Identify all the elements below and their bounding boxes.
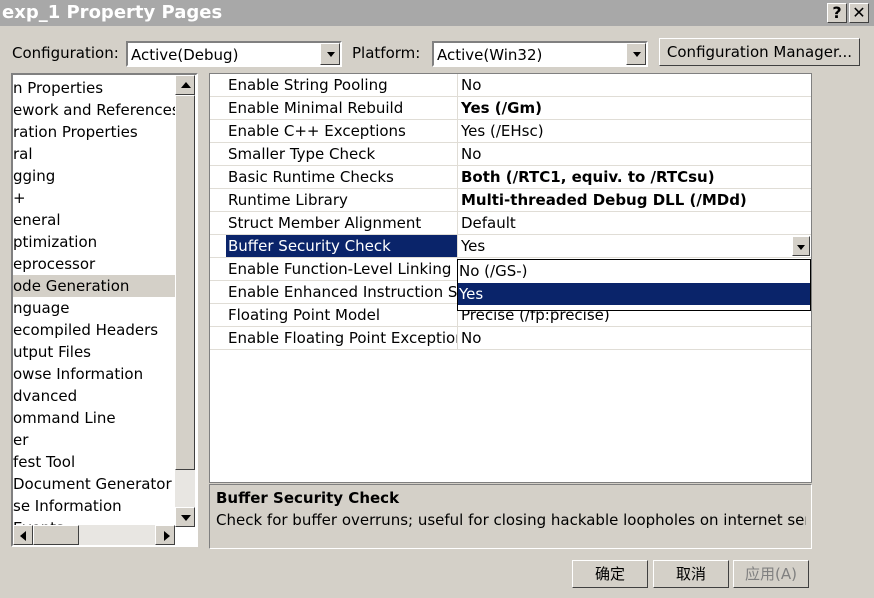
- tree-item[interactable]: eneral: [13, 209, 175, 231]
- property-name[interactable]: Enable String Pooling: [226, 74, 458, 96]
- property-value[interactable]: No: [459, 327, 811, 349]
- property-name[interactable]: Buffer Security Check: [226, 235, 458, 257]
- tree-item[interactable]: ptimization: [13, 231, 175, 253]
- tree-item[interactable]: ommand Line: [13, 407, 175, 429]
- property-row[interactable]: Buffer Security Check Yes: [210, 235, 811, 258]
- tree-item[interactable]: ode Generation: [13, 275, 175, 297]
- chevron-down-icon[interactable]: [792, 236, 810, 256]
- tree-item[interactable]: ral: [13, 143, 175, 165]
- tree-item[interactable]: +: [13, 187, 175, 209]
- close-icon[interactable]: ✕: [849, 3, 869, 23]
- tree-item[interactable]: n Properties: [13, 77, 175, 99]
- tree-horizontal-scrollbar[interactable]: [13, 525, 175, 545]
- platform-value: Active(Win32): [437, 46, 543, 64]
- property-value[interactable]: Yes (/EHsc): [459, 120, 811, 142]
- apply-button[interactable]: 应用(A): [733, 560, 809, 588]
- property-tree[interactable]: n Properties ework and References ration P…: [11, 73, 198, 547]
- tree-item[interactable]: ecompiled Headers: [13, 319, 175, 341]
- dropdown-option[interactable]: Yes: [458, 283, 810, 305]
- property-name[interactable]: Struct Member Alignment: [226, 212, 458, 234]
- property-name[interactable]: Enable C++ Exceptions: [226, 120, 458, 142]
- property-value[interactable]: Default: [459, 212, 811, 234]
- scroll-thumb[interactable]: [175, 95, 195, 470]
- scroll-right-icon[interactable]: [155, 525, 175, 545]
- scroll-down-icon[interactable]: [175, 507, 195, 527]
- tree-item[interactable]: Document Generator: [13, 473, 175, 495]
- property-row[interactable]: Enable Minimal Rebuild Yes (/Gm): [210, 97, 811, 120]
- property-name[interactable]: Smaller Type Check: [226, 143, 458, 165]
- scroll-up-icon[interactable]: [175, 75, 195, 95]
- property-value[interactable]: Multi-threaded Debug DLL (/MDd): [459, 189, 811, 211]
- description-title: Buffer Security Check: [216, 489, 400, 507]
- configuration-manager-button[interactable]: Configuration Manager...: [659, 38, 860, 66]
- tree-vertical-scrollbar[interactable]: [175, 75, 195, 527]
- tree-item[interactable]: er: [13, 429, 175, 451]
- chevron-down-icon[interactable]: [626, 43, 646, 65]
- description-text: Check for buffer overruns; useful for cl…: [216, 511, 806, 529]
- property-name[interactable]: Runtime Library: [226, 189, 458, 211]
- tree-item[interactable]: utput Files: [13, 341, 175, 363]
- dropdown-option[interactable]: No (/GS-): [458, 260, 810, 282]
- property-row[interactable]: Basic Runtime Checks Both (/RTC1, equiv. …: [210, 166, 811, 189]
- property-name[interactable]: Floating Point Model: [226, 304, 458, 326]
- property-row[interactable]: Enable Floating Point Exceptions No: [210, 327, 811, 350]
- tree-item[interactable]: dvanced: [13, 385, 175, 407]
- tree-item[interactable]: nguage: [13, 297, 175, 319]
- cancel-button[interactable]: 取消: [653, 560, 729, 588]
- tree-item[interactable]: eprocessor: [13, 253, 175, 275]
- description-panel: Buffer Security Check Check for buffer o…: [209, 484, 812, 549]
- configuration-label: Configuration:: [12, 44, 119, 62]
- chevron-down-icon[interactable]: [320, 43, 340, 65]
- property-value[interactable]: Yes: [459, 235, 811, 257]
- property-value[interactable]: No: [459, 74, 811, 96]
- tree-item[interactable]: se Information: [13, 495, 175, 517]
- help-button[interactable]: ?: [827, 3, 847, 23]
- property-value[interactable]: Yes (/Gm): [459, 97, 811, 119]
- tree-items: n Properties ework and References ration P…: [13, 77, 175, 539]
- property-row[interactable]: Enable String Pooling No: [210, 74, 811, 97]
- hscroll-thumb[interactable]: [33, 525, 79, 545]
- property-row[interactable]: Smaller Type Check No: [210, 143, 811, 166]
- scroll-left-icon[interactable]: [13, 525, 33, 545]
- configuration-select[interactable]: Active(Debug): [126, 41, 342, 67]
- property-name[interactable]: Enable Function-Level Linking: [226, 258, 458, 280]
- title-bar: exp_1 Property Pages ? ✕: [0, 0, 874, 26]
- platform-label: Platform:: [352, 44, 421, 62]
- window-title: exp_1 Property Pages: [2, 2, 223, 23]
- ok-button[interactable]: 确定: [572, 560, 648, 588]
- tree-item[interactable]: ration Properties: [13, 121, 175, 143]
- property-name[interactable]: Enable Enhanced Instruction Set: [226, 281, 458, 303]
- property-row[interactable]: Struct Member Alignment Default: [210, 212, 811, 235]
- tree-item[interactable]: fest Tool: [13, 451, 175, 473]
- platform-select[interactable]: Active(Win32): [432, 41, 648, 67]
- property-value[interactable]: No: [459, 143, 811, 165]
- tree-item[interactable]: owse Information: [13, 363, 175, 385]
- configuration-value: Active(Debug): [131, 46, 239, 64]
- property-name[interactable]: Enable Minimal Rebuild: [226, 97, 458, 119]
- property-value[interactable]: Both (/RTC1, equiv. to /RTCsu): [459, 166, 811, 188]
- property-row[interactable]: Enable C++ Exceptions Yes (/EHsc): [210, 120, 811, 143]
- tree-item[interactable]: gging: [13, 165, 175, 187]
- property-name[interactable]: Enable Floating Point Exceptions: [226, 327, 458, 349]
- buffer-security-dropdown[interactable]: No (/GS-) Yes: [457, 259, 811, 311]
- property-name[interactable]: Basic Runtime Checks: [226, 166, 458, 188]
- property-row[interactable]: Runtime Library Multi-threaded Debug DLL …: [210, 189, 811, 212]
- tree-item[interactable]: ework and References: [13, 99, 175, 121]
